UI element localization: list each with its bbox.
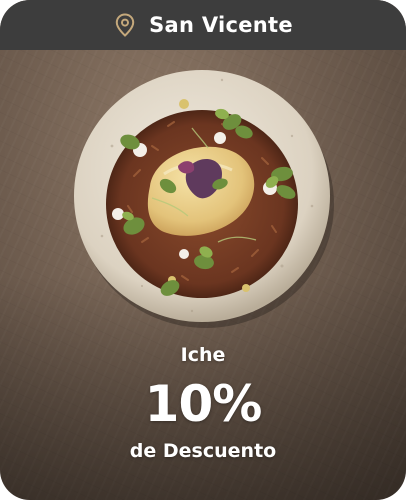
restaurant-name: Iche [180, 344, 226, 366]
location-bar: San Vicente [0, 0, 406, 50]
discount-percent: 10% [144, 375, 263, 433]
promo-card[interactable]: San Vicente Iche 10% de Descuento [0, 0, 406, 500]
food-bowl-image [74, 70, 334, 328]
location-label: San Vicente [149, 13, 293, 37]
offer-block: Iche 10% de Descuento [0, 336, 406, 464]
location-pin-icon [113, 13, 137, 37]
discount-label: de Descuento [129, 440, 277, 462]
